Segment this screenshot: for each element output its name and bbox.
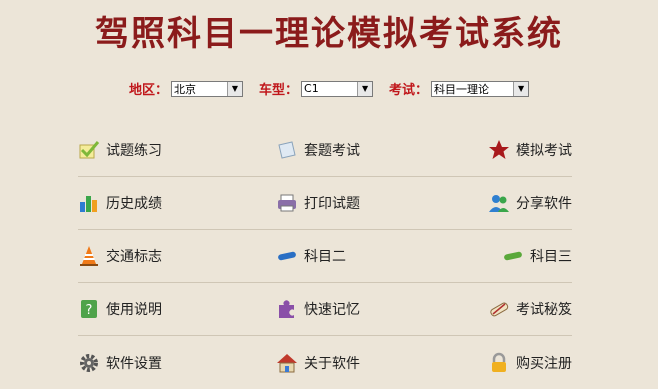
register-button[interactable]: 购买注册 xyxy=(476,352,572,374)
star-icon xyxy=(488,139,510,161)
house-icon xyxy=(276,352,298,374)
menu-row: 软件设置 关于软件 购买注册 xyxy=(78,336,572,389)
traffic-cone-icon xyxy=(78,245,100,267)
gear-icon xyxy=(78,352,100,374)
chevron-down-icon[interactable]: ▼ xyxy=(513,81,529,96)
quick-memory-button[interactable]: 快速记忆 xyxy=(276,298,476,320)
paper-icon xyxy=(276,139,298,161)
mock-exam-button[interactable]: 模拟考试 xyxy=(476,139,572,161)
exam-filter: 考试： 科目一理论 ▼ xyxy=(389,79,530,98)
scroll-icon xyxy=(488,298,510,320)
set-exam-button[interactable]: 套题考试 xyxy=(276,139,476,161)
svg-text:?: ? xyxy=(86,303,93,318)
car-type-label: 车型： xyxy=(258,83,299,98)
lock-icon xyxy=(488,352,510,374)
blue-stick-icon xyxy=(276,245,298,267)
print-button[interactable]: 打印试题 xyxy=(276,192,476,214)
subject-two-button[interactable]: 科目二 xyxy=(276,245,476,267)
share-button[interactable]: 分享软件 xyxy=(476,192,572,214)
green-stick-icon xyxy=(502,245,524,267)
subject-three-button[interactable]: 科目三 xyxy=(476,245,572,267)
exam-label: 考试： xyxy=(389,83,429,98)
car-type-select[interactable]: C1 ▼ xyxy=(301,80,374,97)
puzzle-icon xyxy=(276,298,298,320)
menu-row: 交通标志 科目二 科目三 xyxy=(78,230,572,283)
traffic-signs-button[interactable]: 交通标志 xyxy=(78,245,276,267)
menu-row: 试题练习 套题考试 模拟考试 xyxy=(78,124,572,177)
settings-button[interactable]: 软件设置 xyxy=(78,352,276,374)
app-title: 驾照科目一理论模拟考试系统 xyxy=(95,14,563,54)
instructions-button[interactable]: ? 使用说明 xyxy=(78,298,276,320)
car-type-filter: 车型： C1 ▼ xyxy=(258,79,374,98)
exam-select[interactable]: 科目一理论 ▼ xyxy=(431,80,530,97)
filter-bar: 地区： 北京 ▼ 车型： C1 ▼ 考试： 科目一理论 ▼ xyxy=(0,79,658,98)
exam-tips-button[interactable]: 考试秘笈 xyxy=(476,298,572,320)
bar-chart-icon xyxy=(78,192,100,214)
menu-row: ? 使用说明 快速记忆 考试秘笈 xyxy=(78,283,572,336)
help-icon: ? xyxy=(78,298,100,320)
region-label: 地区： xyxy=(128,83,168,98)
menu-row: 历史成绩 打印试题 分享软件 xyxy=(78,177,572,230)
practice-button[interactable]: 试题练习 xyxy=(78,139,276,161)
region-select[interactable]: 北京 ▼ xyxy=(170,80,243,97)
printer-icon xyxy=(276,192,298,214)
chevron-down-icon[interactable]: ▼ xyxy=(226,81,242,96)
chevron-down-icon[interactable]: ▼ xyxy=(357,81,373,96)
check-icon xyxy=(78,139,100,161)
history-button[interactable]: 历史成绩 xyxy=(78,192,276,214)
region-filter: 地区： 北京 ▼ xyxy=(129,79,243,98)
about-button[interactable]: 关于软件 xyxy=(276,352,476,374)
users-icon xyxy=(488,192,510,214)
menu-grid: 试题练习 套题考试 模拟考试 历史成绩 打印试题 分享软件 交通标志 科目二 科… xyxy=(78,124,572,389)
